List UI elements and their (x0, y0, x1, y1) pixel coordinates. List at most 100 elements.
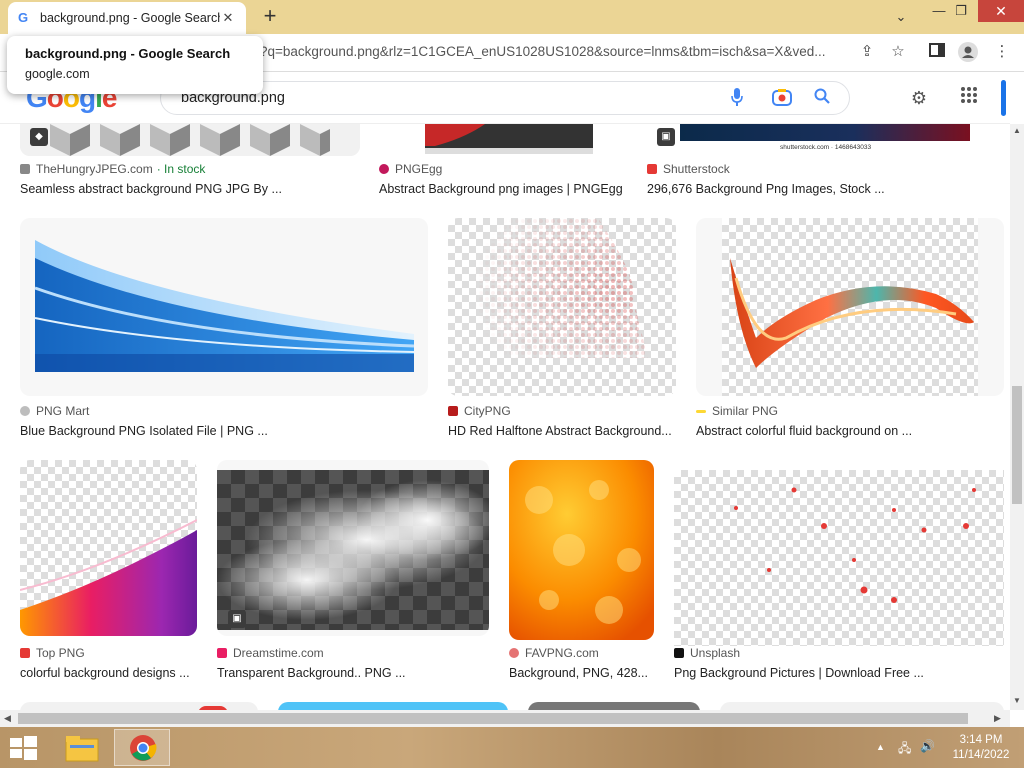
image-result-card[interactable]: Top PNG colorful background designs ... (20, 460, 197, 682)
browser-tab[interactable]: G background.png - Google Search ✕ (8, 2, 246, 34)
source-name: CityPNG (464, 404, 511, 418)
result-thumbnail[interactable] (509, 460, 654, 640)
image-result-card[interactable]: PNG Mart Blue Background PNG Isolated Fi… (20, 218, 428, 440)
result-thumbnail[interactable] (674, 470, 1004, 646)
clock-time: 3:14 PM (959, 734, 1003, 746)
scroll-right-arrow-icon[interactable]: ▶ (994, 713, 1001, 724)
scroll-up-arrow-icon[interactable]: ▲ (1013, 126, 1021, 135)
result-thumbnail[interactable] (696, 218, 1004, 396)
windows-start-icon[interactable] (8, 735, 38, 761)
image-result-card[interactable] (20, 702, 258, 710)
result-source[interactable]: Dreamstime.com (217, 646, 324, 660)
microphone-icon[interactable] (726, 88, 748, 110)
vertical-scrollbar[interactable]: ▲ ▼ (1010, 124, 1024, 710)
image-result-card[interactable]: ▣ Dreamstime.com Transparent Background.… (217, 460, 489, 682)
vertical-scroll-thumb[interactable] (1012, 386, 1022, 504)
tab-close-icon[interactable]: ✕ (220, 10, 236, 26)
image-result-card[interactable]: FAVPNG.com Background, PNG, 428... (509, 460, 654, 682)
settings-gear-icon[interactable]: ⚙ (907, 86, 931, 110)
share-icon[interactable]: ⇪ (857, 42, 877, 62)
result-thumbnail[interactable]: ◆ (20, 124, 360, 156)
close-window-button[interactable]: ✕ (978, 0, 1024, 22)
tooltip-domain: google.com (25, 67, 90, 81)
tab-title: background.png - Google Search (40, 11, 220, 25)
result-title[interactable]: 296,676 Background Png Images, Stock ... (647, 182, 1003, 196)
sign-in-button-edge[interactable] (1001, 80, 1006, 116)
result-source[interactable]: TheHungryJPEG.com · In stock (20, 162, 205, 176)
source-favicon-icon (448, 406, 458, 416)
source-name: Shutterstock (663, 162, 730, 176)
result-title[interactable]: Background, PNG, 428... (509, 666, 654, 680)
image-result-card[interactable]: Unsplash Png Background Pictures | Downl… (674, 460, 1004, 682)
tab-hover-tooltip: background.png - Google Search google.co… (7, 36, 263, 94)
menu-kebab-icon[interactable]: ⋮ (992, 42, 1012, 62)
result-title[interactable]: Seamless abstract background PNG JPG By … (20, 182, 360, 196)
source-name: Similar PNG (712, 404, 779, 418)
source-favicon-icon (20, 648, 30, 658)
source-name: PNGEgg (395, 162, 443, 176)
scroll-down-arrow-icon[interactable]: ▼ (1013, 696, 1021, 705)
lens-camera-icon[interactable] (771, 88, 793, 110)
scroll-left-arrow-icon[interactable]: ◀ (4, 713, 11, 724)
source-favicon-icon (20, 406, 30, 416)
result-source[interactable]: Unsplash (674, 646, 740, 660)
search-box[interactable]: background.png (160, 81, 850, 115)
result-source[interactable]: Similar PNG (696, 404, 778, 418)
new-tab-button[interactable]: + (258, 4, 282, 28)
image-result-card[interactable] (528, 702, 700, 710)
result-title[interactable]: Transparent Background.. PNG ... (217, 666, 489, 680)
result-thumbnail[interactable]: ▣ (217, 460, 489, 636)
source-favicon-icon (509, 648, 519, 658)
search-icon[interactable] (811, 88, 833, 110)
result-title[interactable]: Png Background Pictures | Download Free … (674, 666, 1004, 680)
apps-grid-icon[interactable] (957, 86, 981, 110)
image-result-card[interactable] (720, 702, 1004, 710)
result-source[interactable]: Top PNG (20, 646, 85, 660)
source-favicon-icon (217, 648, 227, 658)
image-result-card[interactable] (278, 702, 508, 710)
bookmark-star-icon[interactable]: ☆ (888, 42, 908, 62)
image-result-card[interactable]: PNGEgg Abstract Background png images | … (379, 124, 629, 204)
result-source[interactable]: PNG Mart (20, 404, 89, 418)
restore-button[interactable]: ❐ (944, 0, 978, 22)
tooltip-title: background.png - Google Search (25, 46, 231, 61)
source-favicon-icon (20, 164, 30, 174)
clock-date: 11/14/2022 (952, 749, 1010, 761)
image-result-card[interactable]: ◆ TheHungryJPEG.com · In stock Seamless a… (20, 124, 360, 204)
result-title[interactable]: Abstract colorful fluid background on ..… (696, 424, 1004, 438)
source-favicon-icon (696, 409, 706, 413)
image-result-card[interactable]: shutterstock.com · 1468643033 ▣ Shutters… (647, 124, 1003, 204)
result-thumbnail[interactable] (425, 124, 593, 154)
network-icon[interactable]: 🖧 (898, 739, 911, 760)
tag-icon: ◆ (30, 128, 48, 146)
source-name: Unsplash (690, 646, 741, 660)
result-title[interactable]: Abstract Background png images | PNGEgg (379, 182, 629, 196)
side-panel-icon[interactable] (927, 42, 947, 62)
source-name: FAVPNG.com (525, 646, 599, 660)
watermark-text: shutterstock.com · 1468643033 (780, 144, 872, 151)
url-field[interactable]: ?q=background.png&rlz=1C1GCEA_enUS1028US… (260, 44, 850, 59)
image-result-card[interactable]: Similar PNG Abstract colorful fluid back… (696, 218, 1004, 440)
result-title[interactable]: HD Red Halftone Abstract Background... (448, 424, 676, 438)
show-hidden-icons-icon[interactable]: ▲ (876, 742, 885, 752)
result-title[interactable]: Blue Background PNG Isolated File | PNG … (20, 424, 428, 438)
chrome-taskbar-icon[interactable] (114, 729, 170, 766)
file-explorer-icon[interactable] (54, 729, 110, 766)
tab-strip: G background.png - Google Search ✕ + ⌄ —… (0, 0, 1024, 34)
image-result-card[interactable]: CityPNG HD Red Halftone Abstract Backgro… (448, 218, 676, 440)
result-thumbnail[interactable] (20, 460, 197, 636)
tab-search-chevron-icon[interactable]: ⌄ (884, 6, 918, 28)
horizontal-scrollbar[interactable]: ◀ ▶ (0, 710, 1010, 727)
result-source[interactable]: Shutterstock (647, 162, 730, 176)
result-source[interactable]: FAVPNG.com (509, 646, 599, 660)
result-source[interactable]: CityPNG (448, 404, 511, 418)
volume-icon[interactable]: 🔊 (920, 739, 935, 753)
result-thumbnail[interactable] (20, 218, 428, 396)
result-source[interactable]: PNGEgg (379, 162, 442, 176)
result-title[interactable]: colorful background designs ... (20, 666, 197, 680)
horizontal-scroll-thumb[interactable] (18, 713, 968, 724)
system-clock[interactable]: 3:14 PM 11/14/2022 (944, 733, 1018, 763)
result-thumbnail[interactable] (448, 218, 676, 396)
profile-avatar-icon[interactable] (958, 42, 978, 62)
google-favicon-icon: G (18, 10, 29, 25)
